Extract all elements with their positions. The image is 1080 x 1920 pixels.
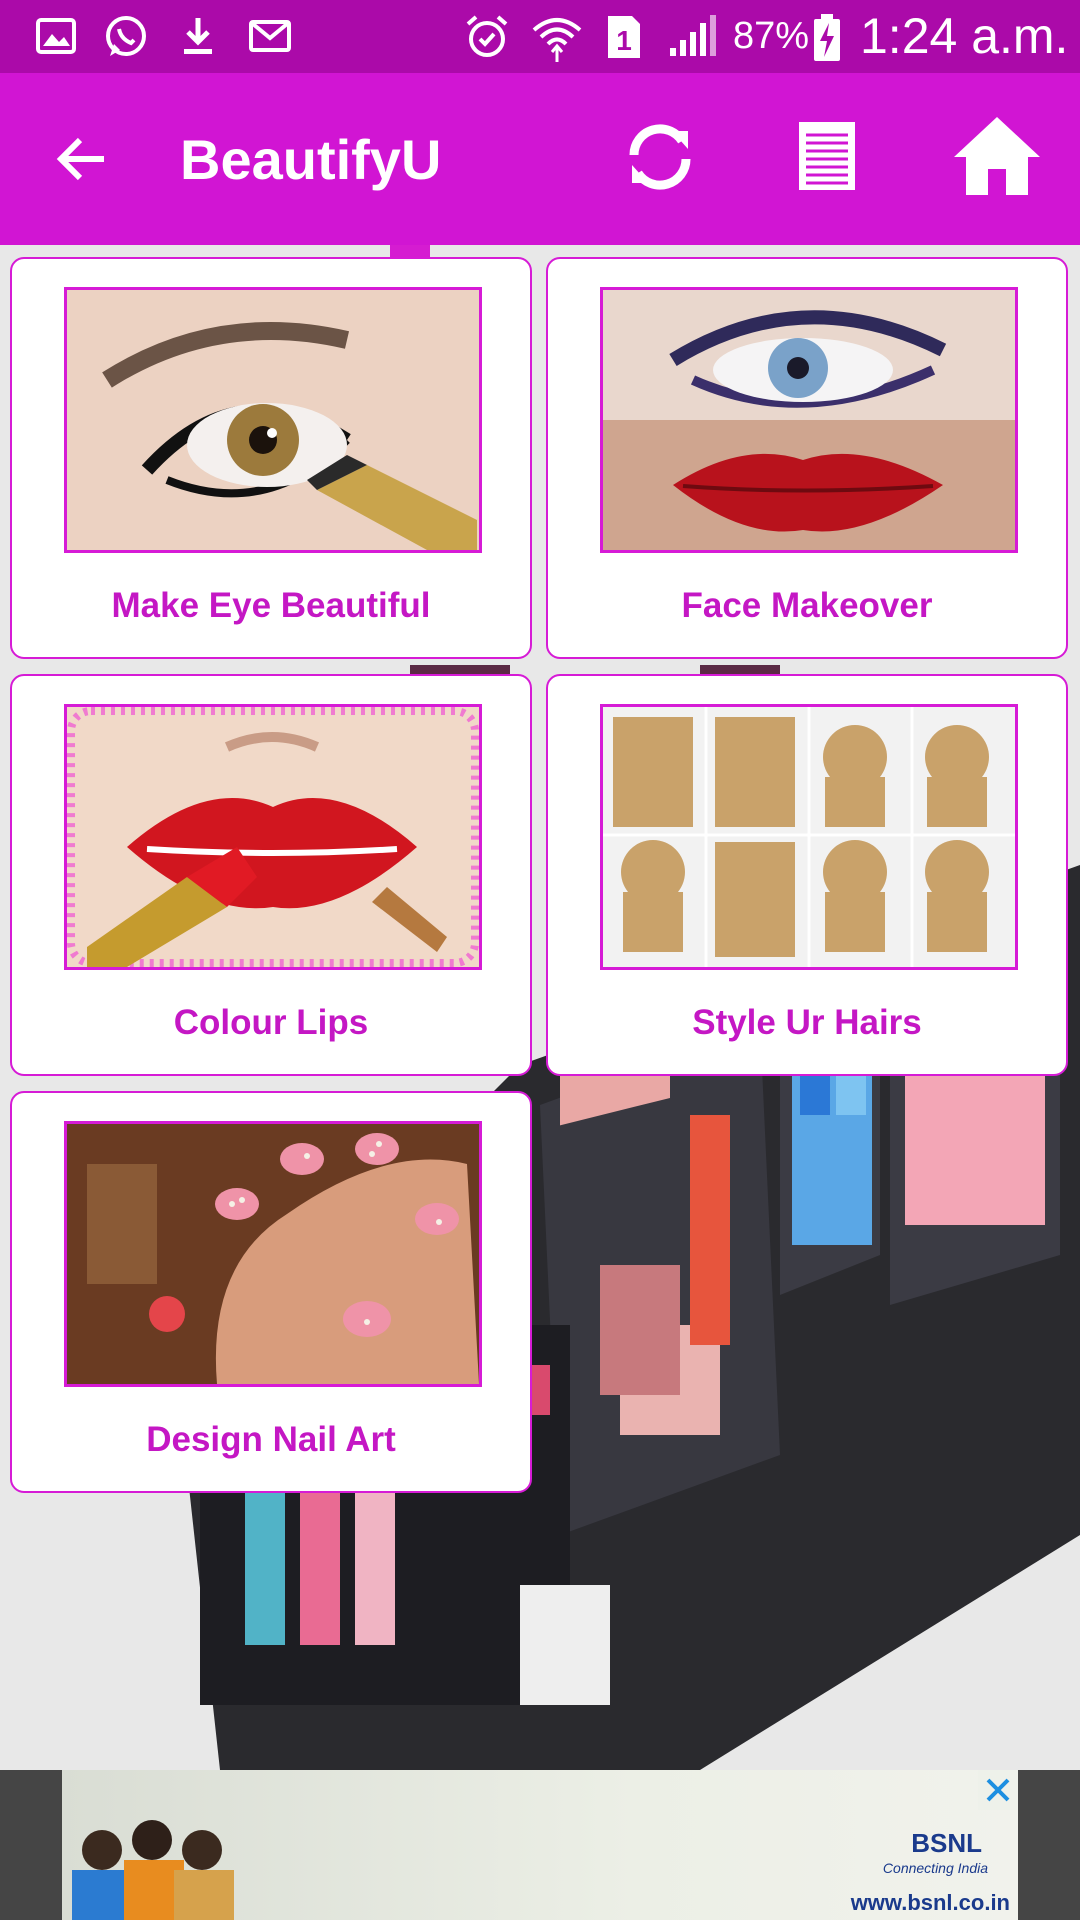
card-label: Make Eye Beautiful	[111, 586, 431, 625]
alarm-icon	[464, 14, 510, 58]
download-icon	[180, 14, 216, 58]
app-title: BeautifyU	[180, 128, 442, 191]
status-bar: 1 87% 1:24 a.m.	[0, 0, 1080, 73]
ad-tagline: Connecting India	[882, 1860, 988, 1876]
ad-brand: BSNL	[911, 1828, 982, 1858]
card-label: Design Nail Art	[146, 1420, 396, 1459]
gmail-icon	[248, 14, 292, 58]
lipstick-image	[64, 704, 482, 970]
clock: 1:24 a.m.	[860, 8, 1069, 64]
app-bar: BeautifyU	[0, 73, 1080, 245]
face-makeover-image	[600, 287, 1018, 553]
image-icon	[34, 14, 78, 58]
hairstyle-image	[600, 704, 1018, 970]
card-label: Style Ur Hairs	[692, 1003, 922, 1042]
eye-makeup-image	[64, 287, 482, 553]
ad-banner[interactable]: BSNL Connecting India www.bsnl.co.in	[62, 1770, 1018, 1920]
list-icon[interactable]	[796, 119, 858, 198]
battery-charging-icon	[812, 14, 842, 61]
home-icon[interactable]	[950, 113, 1044, 202]
card-label: Face Makeover	[681, 586, 933, 625]
whatsapp-icon	[102, 14, 150, 58]
card-design-nail-art[interactable]: Design Nail Art	[10, 1091, 532, 1493]
refresh-icon[interactable]	[620, 117, 700, 202]
nail-art-image	[64, 1121, 482, 1387]
svg-text:1: 1	[616, 25, 632, 56]
card-face-makeover[interactable]: Face Makeover	[546, 257, 1068, 659]
wifi-icon	[530, 14, 584, 62]
back-arrow-icon[interactable]	[52, 129, 112, 194]
card-label: Colour Lips	[173, 1003, 369, 1042]
ad-close-icon[interactable]	[978, 1770, 1018, 1815]
ad-url: www.bsnl.co.in	[850, 1890, 1010, 1915]
card-colour-lips[interactable]: Colour Lips	[10, 674, 532, 1076]
ad-banner-container: BSNL Connecting India www.bsnl.co.in	[0, 1770, 1080, 1920]
card-make-eye-beautiful[interactable]: Make Eye Beautiful	[10, 257, 532, 659]
sim-1-icon: 1	[604, 14, 642, 58]
card-style-ur-hairs[interactable]: Style Ur Hairs	[546, 674, 1068, 1076]
battery-percentage: 87%	[733, 15, 810, 57]
signal-icon	[668, 14, 716, 58]
